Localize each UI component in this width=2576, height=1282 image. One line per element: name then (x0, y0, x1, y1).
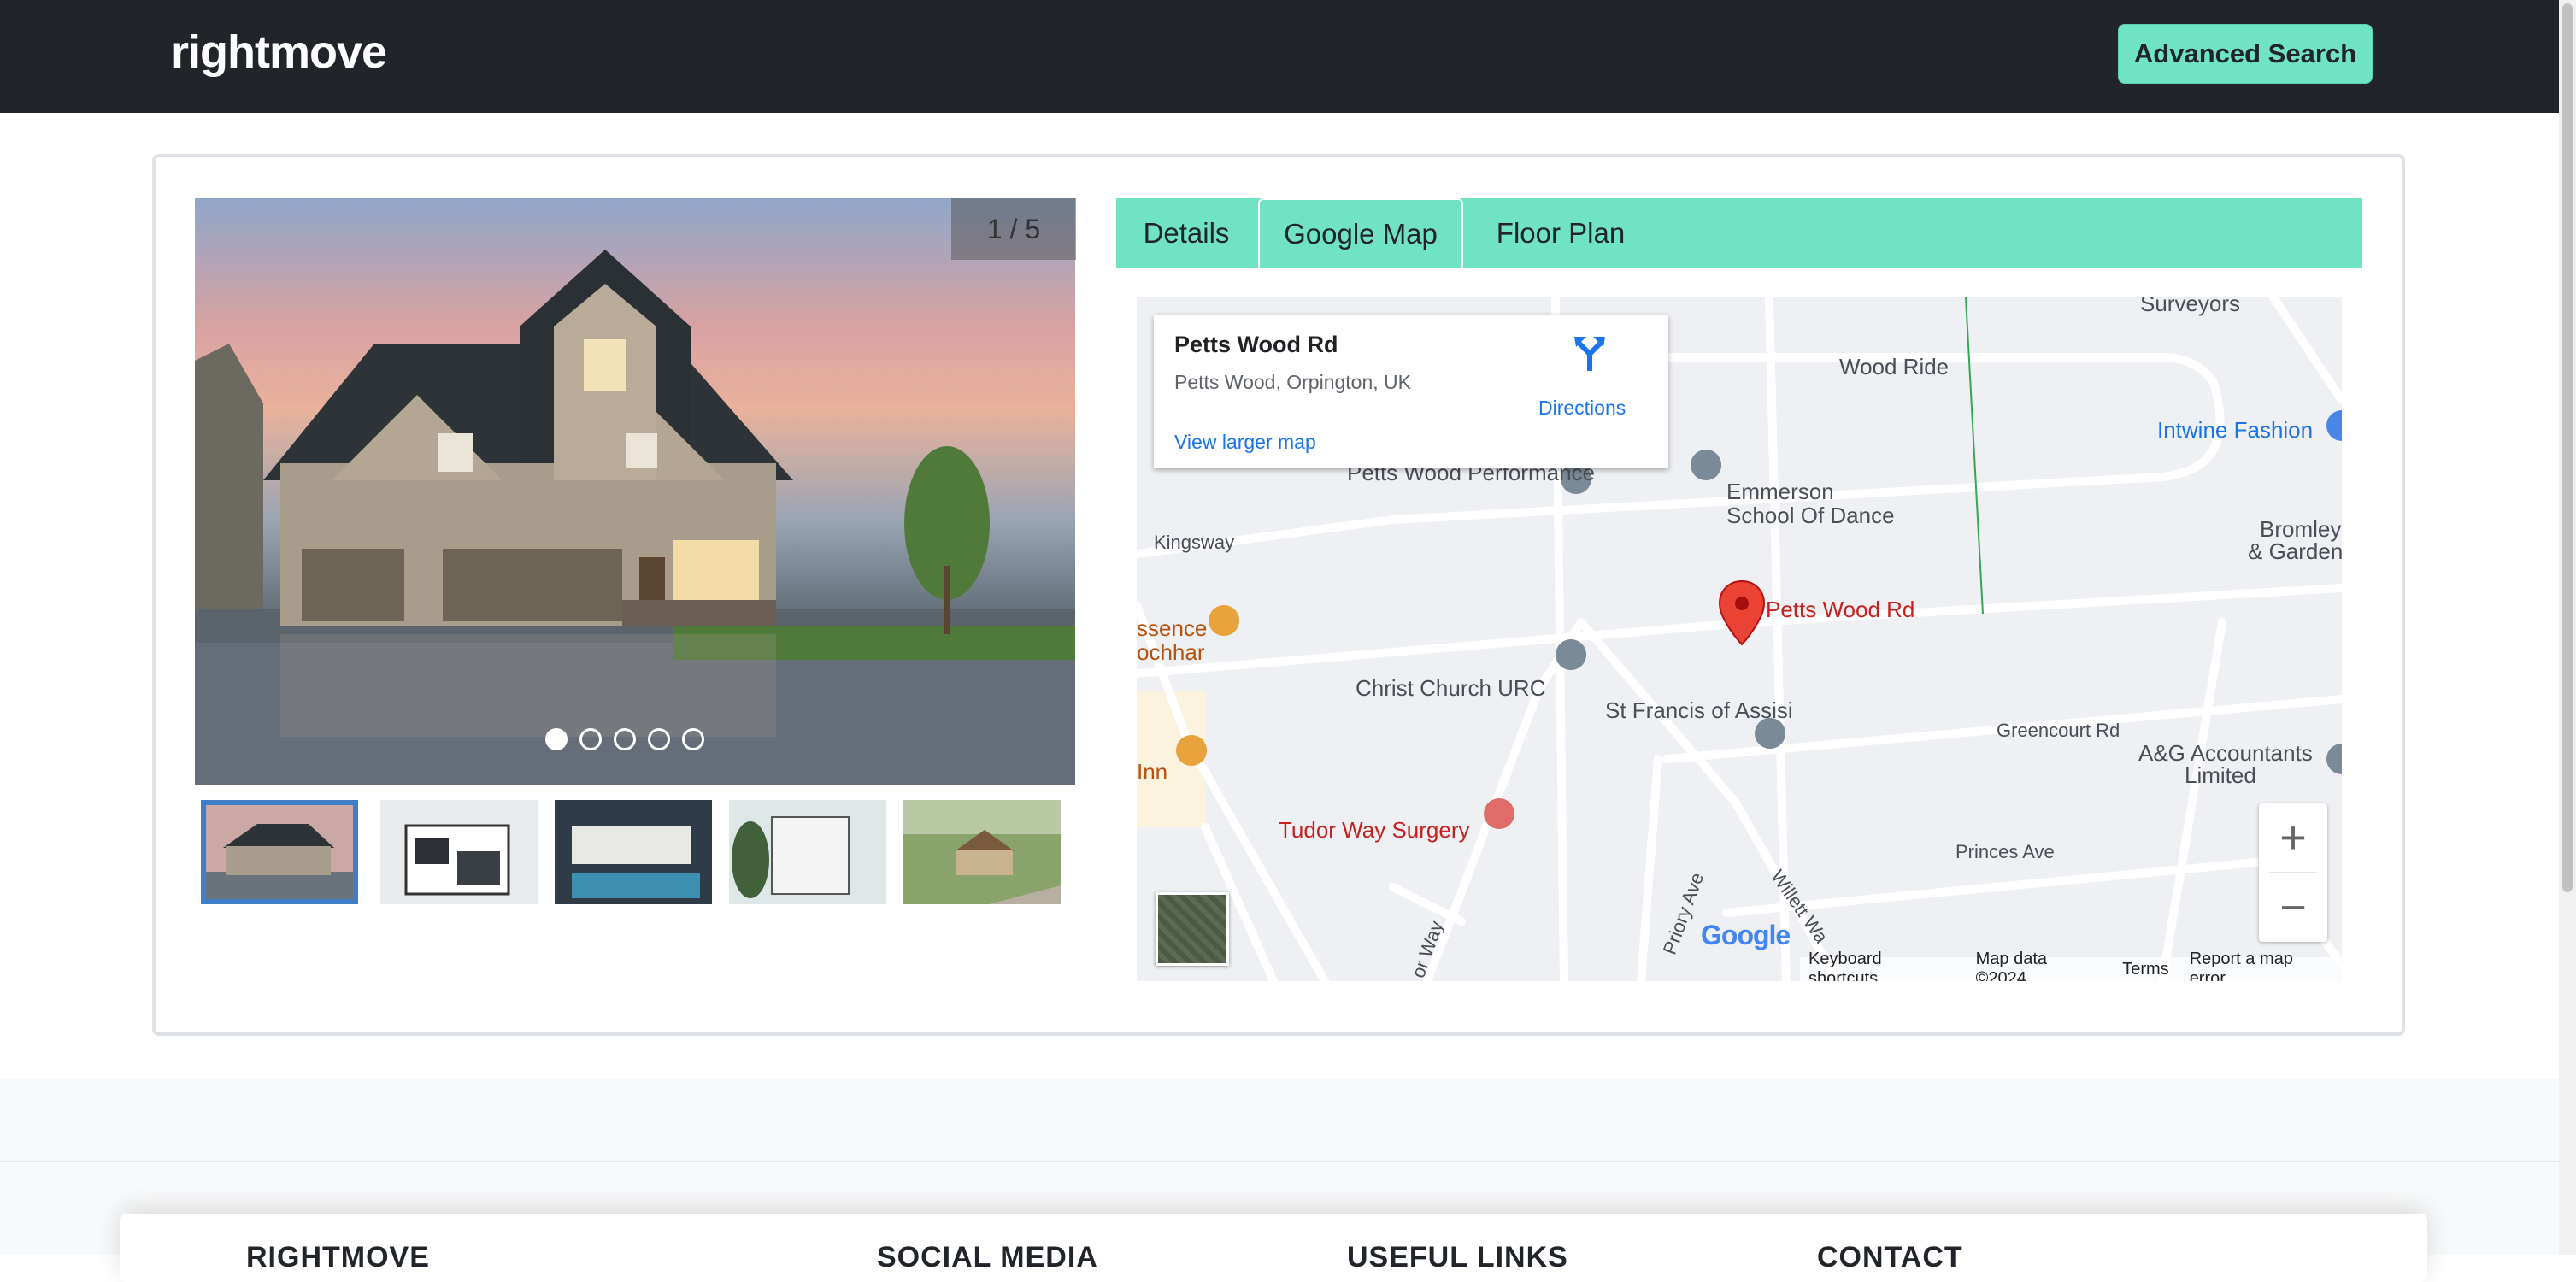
google-wordmark: Google (1701, 920, 1791, 950)
image-carousel[interactable] (195, 198, 1075, 785)
view-larger-map-link[interactable]: View larger map (1174, 431, 1316, 454)
brand-logo[interactable]: rightmove (171, 26, 387, 79)
map-label-intwine: Intwine Fashion (2157, 417, 2314, 443)
thumbnail-2[interactable] (380, 800, 538, 904)
map-label-school-of-dance: School Of Dance (1726, 503, 1895, 528)
report-map-error-link[interactable]: Report a map error (2190, 950, 2333, 981)
scrollbar-thumb[interactable] (2562, 3, 2573, 892)
thumbnail-3[interactable] (555, 800, 712, 904)
house-photo (195, 198, 1075, 785)
map-label-ag-limited: Limited (2185, 762, 2256, 788)
map-label-emmerson: Emmerson (1726, 479, 1834, 504)
google-logo: Google (1701, 920, 1791, 951)
footer-divider (0, 1161, 2559, 1162)
tab-details[interactable]: Details (1116, 198, 1256, 268)
map-label-essence: ssence (1137, 615, 1208, 641)
property-tabs: Details Google Map Floor Plan (1116, 198, 2362, 268)
thumbnail-image (555, 800, 712, 904)
tab-floor-plan[interactable]: Floor Plan (1465, 198, 1656, 268)
footer-card (120, 1214, 2427, 1282)
footer-heading-useful-links: USEFUL LINKS (1347, 1241, 1568, 1273)
terms-link[interactable]: Terms (2122, 960, 2168, 979)
map-zoom-controls: + − (2259, 803, 2327, 942)
indicator-dot-5[interactable] (682, 728, 704, 750)
map-label-inn: Inn (1137, 759, 1168, 785)
map-label-christ-church: Christ Church URC (1356, 675, 1546, 701)
map-label-st-francis: St Francis of Assisi (1605, 697, 1793, 723)
map-label-greencourt: Greencourt Rd (1997, 720, 2120, 741)
thumbnail-4[interactable] (729, 800, 886, 904)
indicator-dot-3[interactable] (614, 728, 636, 750)
location-pin-icon[interactable] (1716, 579, 1767, 648)
map-label-petts-wood-rd: Petts Wood Rd (1766, 597, 1915, 622)
house-illustration (195, 250, 1075, 785)
carousel-indicators (545, 728, 704, 750)
directions-icon[interactable] (1573, 333, 1607, 371)
map-label-surveyors: Surveyors (2140, 297, 2241, 316)
advanced-search-button[interactable]: Advanced Search (2118, 24, 2373, 84)
map-label-ochhar: ochhar (1137, 639, 1205, 665)
thumbnail-image (903, 800, 1061, 904)
map-label-garden: & Garden (2248, 538, 2342, 564)
map-label-princes-ave: Princes Ave (1956, 841, 2055, 862)
keyboard-shortcuts-link[interactable]: Keyboard shortcuts (1808, 950, 1956, 981)
thumbnail-image (380, 800, 538, 904)
google-map[interactable]: Wood Ride Surveyors Intwine Fashion Pett… (1137, 297, 2342, 981)
info-card-title: Petts Wood Rd (1174, 332, 1338, 357)
zoom-out-button[interactable]: − (2259, 873, 2327, 942)
footer-heading-social-media: SOCIAL MEDIA (877, 1241, 1098, 1273)
footer-heading-contact: CONTACT (1817, 1241, 1963, 1273)
tab-google-map[interactable]: Google Map (1258, 198, 1463, 268)
map-info-card: Petts Wood Rd Petts Wood, Orpington, UK … (1154, 315, 1668, 468)
satellite-toggle[interactable] (1156, 892, 1229, 966)
thumbnail-5[interactable] (903, 800, 1061, 904)
directions-link[interactable]: Directions (1538, 397, 1626, 420)
map-attribution: Keyboard shortcuts Map data ©2024 Terms … (1800, 950, 2342, 981)
map-data-label: Map data ©2024 (1975, 950, 2048, 981)
zoom-in-button[interactable]: + (2259, 803, 2327, 872)
map-label-wood-ride: Wood Ride (1839, 354, 1950, 379)
thumbnail-image (729, 800, 886, 904)
map-label-kingsway: Kingsway (1154, 532, 1235, 553)
top-navbar: rightmove Advanced Search (0, 0, 2559, 113)
map-label-tudor-way-surgery: Tudor Way Surgery (1279, 817, 1470, 843)
thumbnail-1[interactable] (201, 800, 358, 904)
slide-counter: 1 / 5 (951, 198, 1076, 260)
indicator-dot-4[interactable] (648, 728, 670, 750)
indicator-dot-2[interactable] (579, 728, 602, 750)
footer-heading-rightmove: RIGHTMOVE (246, 1241, 430, 1273)
info-card-address: Petts Wood, Orpington, UK (1174, 371, 1411, 393)
indicator-dot-1[interactable] (545, 728, 568, 750)
thumbnail-image (206, 805, 353, 899)
